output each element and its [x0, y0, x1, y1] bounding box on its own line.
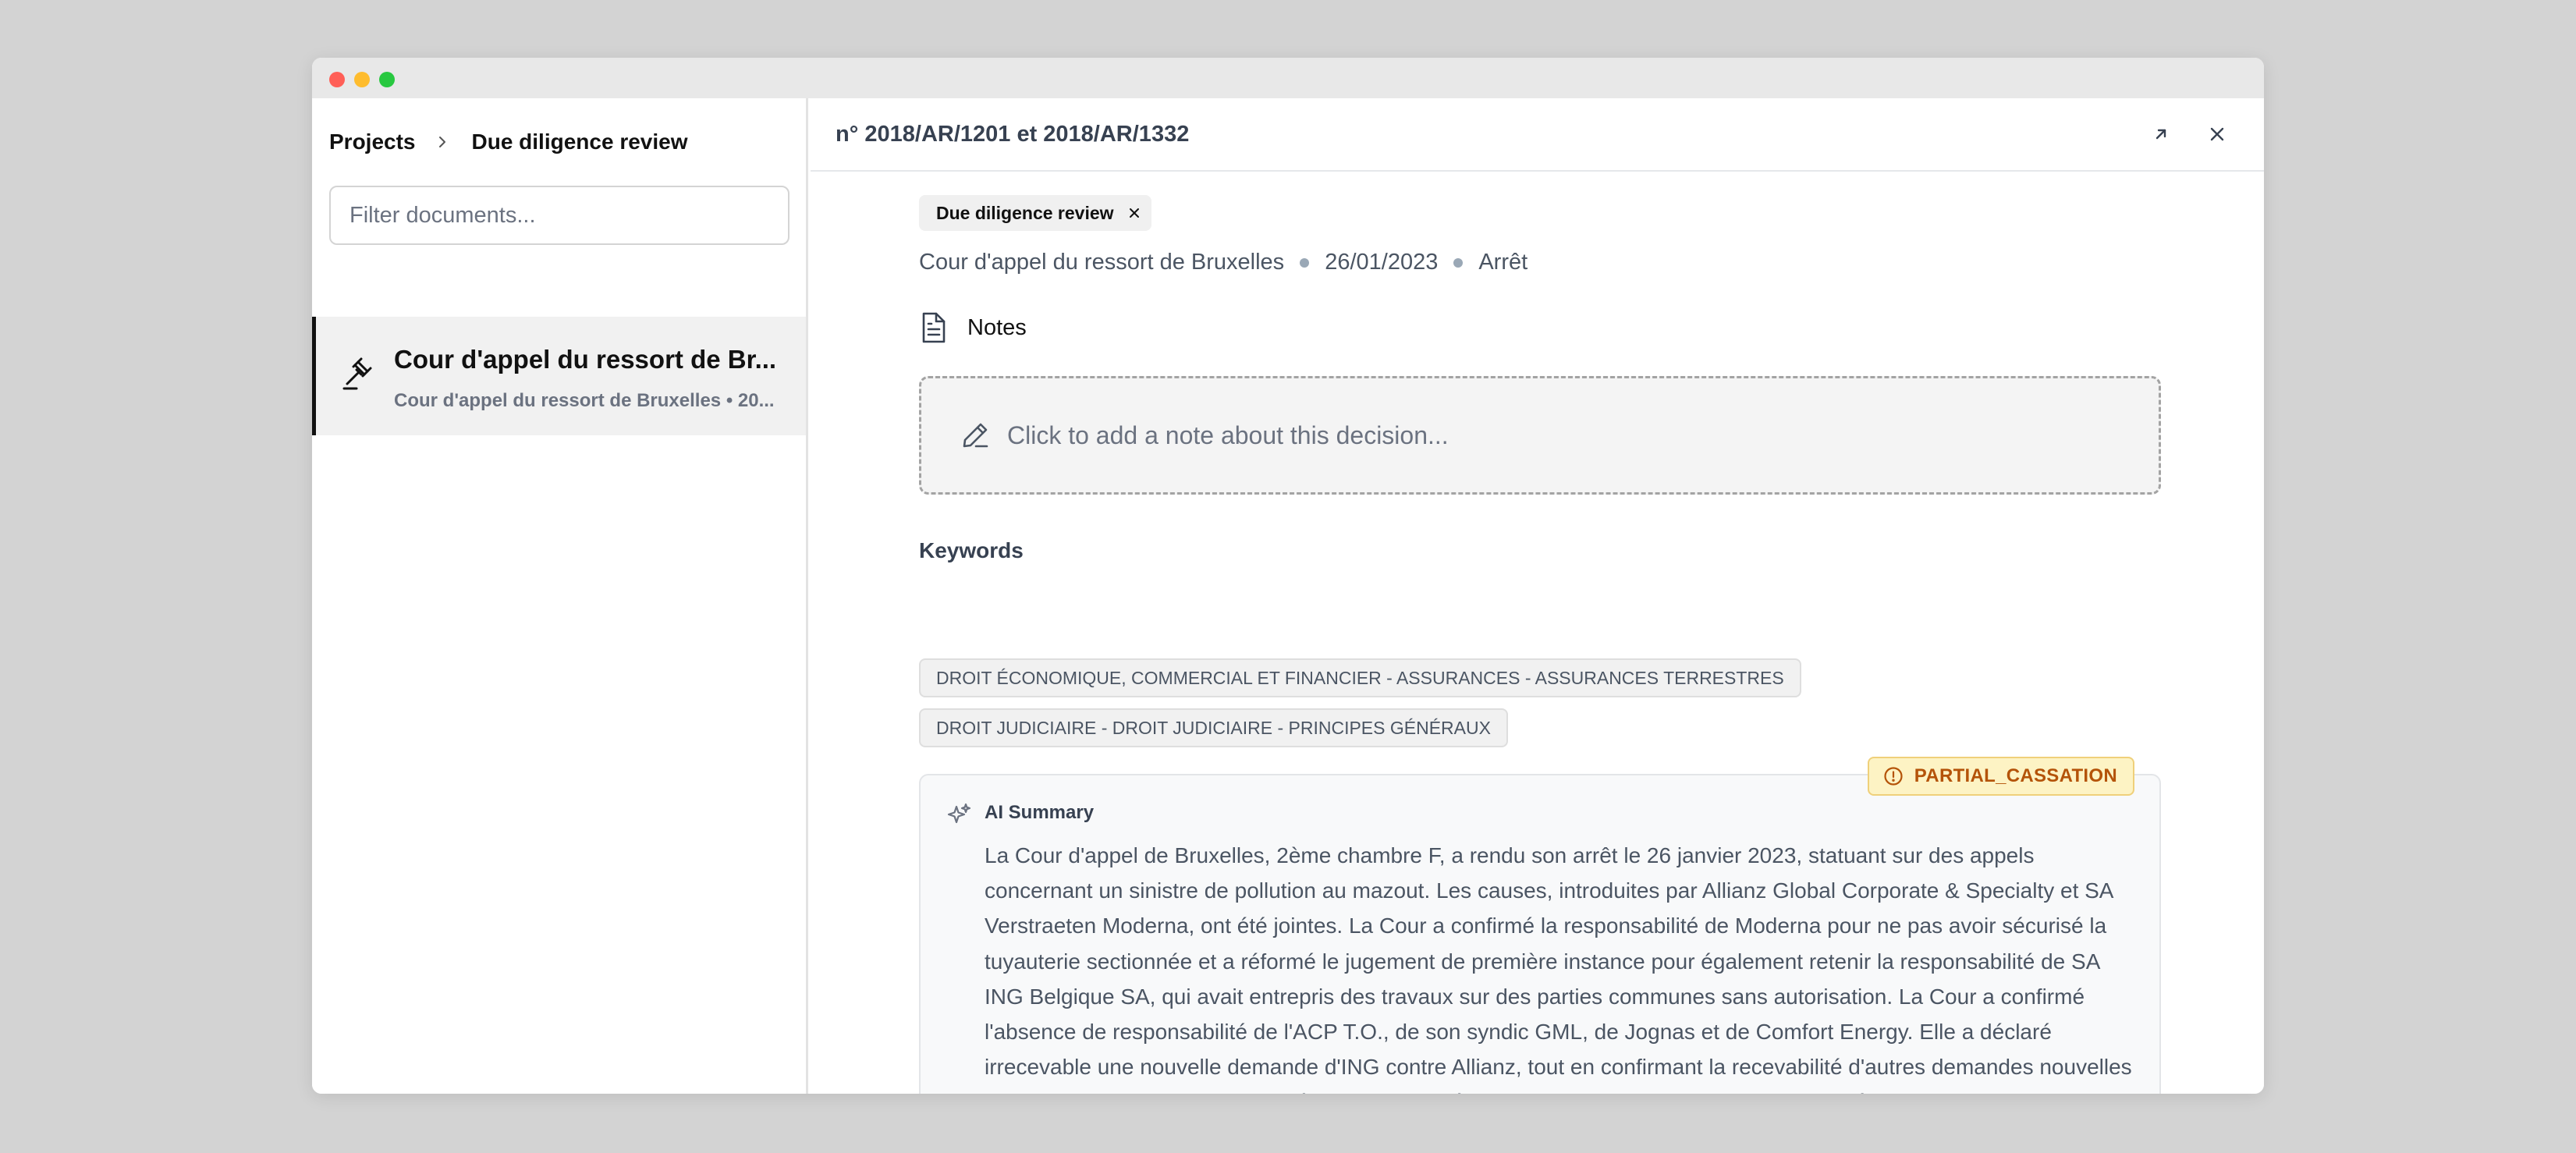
outcome-badge: PARTIAL_CASSATION — [1867, 757, 2134, 796]
project-tag: Due diligence review — [919, 195, 1151, 231]
separator-dot — [1300, 257, 1310, 268]
note-placeholder: Click to add a note about this decision.… — [1007, 420, 1449, 449]
document-icon — [922, 312, 946, 343]
project-tag-label: Due diligence review — [936, 202, 1114, 223]
breadcrumb: Projects Due diligence review — [329, 129, 688, 154]
ai-summary-text: La Cour d'appel de Bruxelles, 2ème chamb… — [985, 843, 2132, 1094]
case-number-title: n° 2018/AR/1201 et 2018/AR/1332 — [836, 122, 1190, 147]
pencil-icon — [963, 423, 988, 448]
notes-section-header: Notes — [919, 312, 1027, 343]
decision-date: 26/01/2023 — [1325, 250, 1439, 275]
breadcrumb-current: Due diligence review — [471, 129, 688, 154]
document-list-item[interactable]: Cour d'appel du ressort de Br... Cour d'… — [312, 317, 806, 435]
document-title: Cour d'appel du ressort de Br... — [394, 345, 777, 374]
decision-type: Arrêt — [1478, 250, 1528, 275]
keywords-heading: Keywords — [919, 538, 1024, 562]
notes-label: Notes — [967, 314, 1027, 340]
document-detail-panel: n° 2018/AR/1201 et 2018/AR/1332 Due dili… — [811, 98, 2264, 1094]
separator-dot — [1453, 257, 1464, 268]
app-window: Projects Due diligence review Cour d'ap — [312, 58, 2264, 1094]
keyword-chip: DROIT JUDICIAIRE - DROIT JUDICIAIRE - PR… — [919, 708, 1508, 747]
open-external-button[interactable] — [2145, 119, 2177, 150]
close-icon — [1129, 208, 1139, 218]
outcome-badge-label: PARTIAL_CASSATION — [1914, 765, 2117, 786]
court-name: Cour d'appel du ressort de Bruxelles — [919, 250, 1285, 275]
arrow-up-right-icon — [2156, 129, 2166, 140]
chevron-right-icon — [436, 136, 449, 148]
document-subtitle: Cour d'appel du ressort de Bruxelles • 2… — [394, 390, 775, 411]
window-titlebar — [312, 58, 2264, 98]
ai-summary-card: PARTIAL_CASSATION AI Summary La Cour d'a… — [919, 757, 2161, 1094]
close-panel-button[interactable] — [2202, 119, 2233, 150]
add-note-area[interactable]: Click to add a note about this decision.… — [919, 376, 2161, 495]
ai-summary-title: AI Summary — [985, 802, 1095, 823]
window-minimize-dot[interactable] — [354, 72, 370, 87]
filter-documents-input[interactable] — [329, 186, 789, 245]
gavel-icon — [341, 357, 375, 392]
sidebar: Projects Due diligence review Cour d'ap — [312, 98, 808, 1094]
remove-tag-button[interactable] — [1128, 207, 1141, 219]
breadcrumb-projects[interactable]: Projects — [329, 129, 416, 154]
detail-header: n° 2018/AR/1201 et 2018/AR/1332 — [811, 98, 2264, 172]
close-icon — [2210, 127, 2224, 141]
window-maximize-dot[interactable] — [379, 72, 395, 87]
window-close-dot[interactable] — [329, 72, 345, 87]
alert-circle-icon — [1883, 766, 1904, 786]
sparkles-icon — [946, 802, 972, 828]
decision-metadata: Cour d'appel du ressort de Bruxelles 26/… — [919, 250, 1528, 275]
keyword-chip: DROIT ÉCONOMIQUE, COMMERCIAL ET FINANCIE… — [919, 658, 1801, 697]
